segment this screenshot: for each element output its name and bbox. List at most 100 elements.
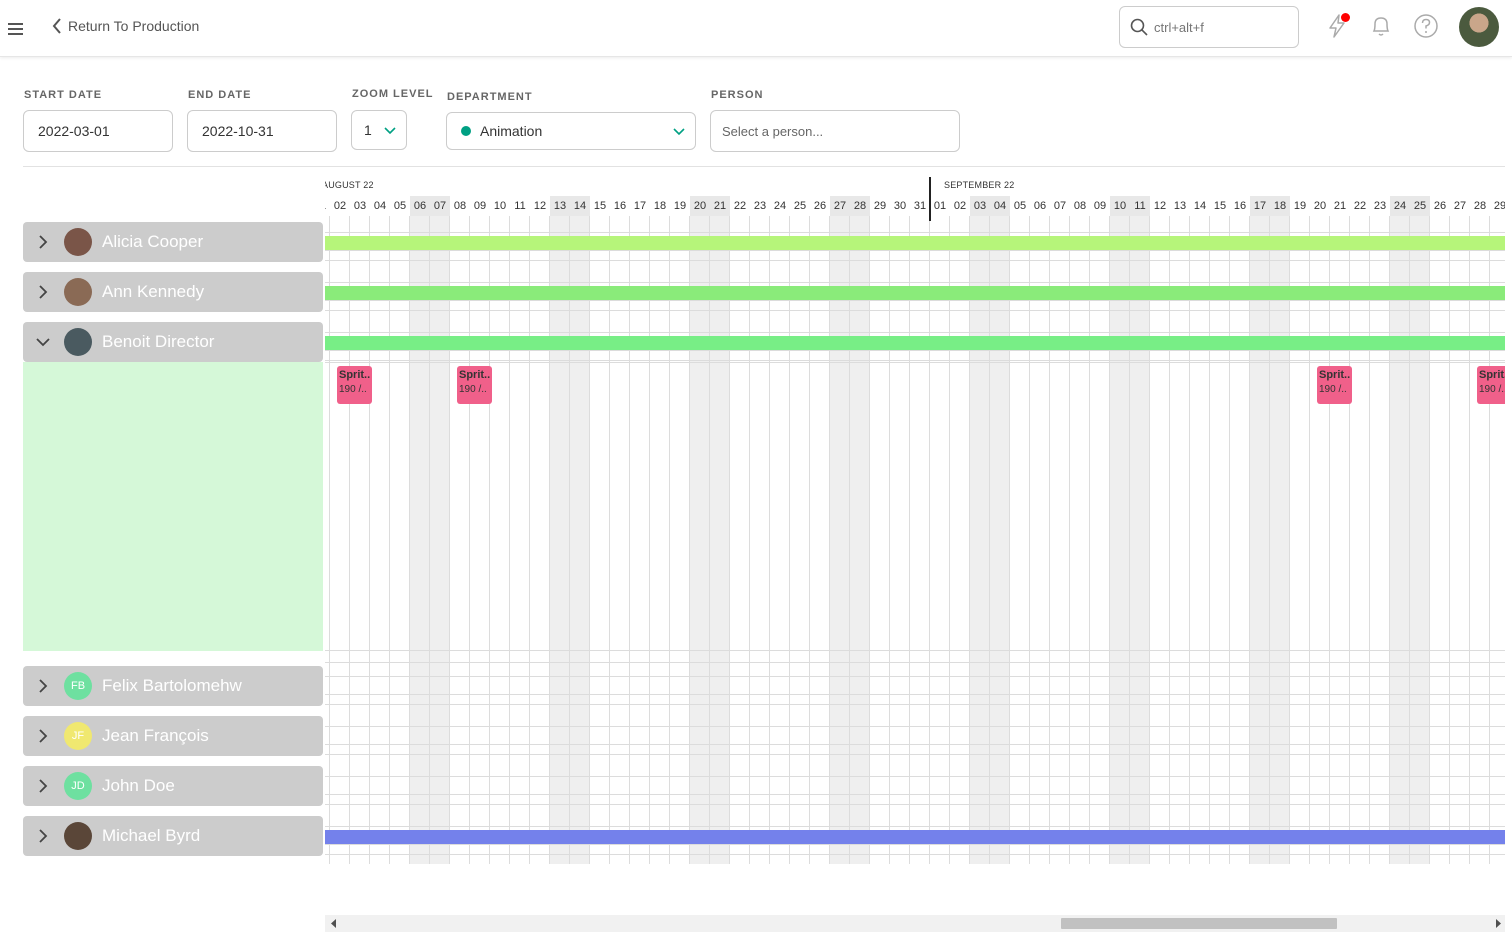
task-title: Sprit.. (459, 369, 490, 381)
start-date-label: START DATE (24, 89, 103, 101)
scrollbar-thumb[interactable] (1061, 918, 1337, 929)
return-to-production-link[interactable]: Return To Production (52, 18, 199, 34)
task-block[interactable]: Sprit.. 190 /.. (337, 366, 372, 404)
day-gridline (1009, 216, 1010, 864)
day-label: 02 (953, 200, 967, 212)
zoom-level-select[interactable]: 1 (351, 110, 407, 150)
weekend-column (710, 216, 730, 864)
task-block[interactable]: Sprit.. 190 /.. (457, 366, 492, 404)
weekend-column (1270, 216, 1290, 864)
day-gridline (949, 216, 950, 864)
day-gridline (1209, 216, 1210, 864)
day-gridline (769, 216, 770, 864)
day-gridline (869, 216, 870, 864)
day-label: 24 (773, 200, 787, 212)
weekend-column (1110, 216, 1130, 864)
day-gridline (789, 216, 790, 864)
person-row[interactable]: Benoit Director (23, 322, 323, 362)
day-label: 04 (373, 200, 387, 212)
lightning-icon[interactable] (1324, 13, 1350, 39)
person-row[interactable]: Michael Byrd (23, 816, 323, 856)
day-label: 31 (913, 200, 927, 212)
task-detail: 190 /.. (339, 384, 367, 395)
day-gridline (1349, 216, 1350, 864)
day-gridline (349, 216, 350, 864)
end-date-field[interactable]: 2022-10-31 (187, 110, 337, 152)
person-row[interactable]: Ann Kennedy (23, 272, 323, 312)
weekend-column (1390, 216, 1410, 864)
task-block[interactable]: Sprit.. 190 /.. (1317, 366, 1352, 404)
search-box[interactable] (1119, 6, 1299, 48)
weekend-column (430, 216, 450, 864)
help-icon[interactable] (1413, 13, 1439, 39)
row-gridline (325, 260, 1505, 261)
person-name: Alicia Cooper (102, 232, 204, 251)
task-detail: 190 /.. (1479, 384, 1505, 395)
chevron-right-icon[interactable] (23, 716, 63, 756)
day-label: 22 (733, 200, 747, 212)
search-input[interactable] (1154, 19, 1284, 35)
horizontal-scrollbar[interactable] (325, 915, 1505, 932)
day-label: 13 (1173, 200, 1187, 212)
row-gridline (325, 650, 1505, 651)
person-name: Benoit Director (102, 332, 215, 351)
person-row[interactable]: JF Jean François (23, 716, 323, 756)
scroll-right-arrow-icon[interactable] (1493, 918, 1503, 929)
person-row[interactable]: FB Felix Bartolomehw (23, 666, 323, 706)
day-label: 07 (1053, 200, 1067, 212)
scroll-left-arrow-icon[interactable] (329, 918, 339, 929)
department-select[interactable]: Animation (446, 112, 696, 150)
chevron-right-icon[interactable] (23, 816, 63, 856)
chevron-down-icon (673, 128, 685, 136)
chevron-right-icon[interactable] (23, 272, 63, 312)
top-bar: Return To Production (0, 0, 1512, 57)
person-row[interactable]: Alicia Cooper (23, 222, 323, 262)
chevron-right-icon[interactable] (23, 666, 63, 706)
day-gridline (1069, 216, 1070, 864)
department-label: DEPARTMENT (447, 91, 533, 103)
day-label: 25 (793, 200, 807, 212)
chevron-right-icon[interactable] (23, 766, 63, 806)
day-label: 29 (873, 200, 887, 212)
expanded-person-area (23, 362, 323, 651)
zoom-level-value: 1 (364, 122, 372, 138)
row-gridline (325, 744, 1505, 745)
workload-bar (325, 236, 1505, 250)
avatar (64, 278, 92, 306)
person-name: Jean François (102, 726, 209, 745)
chevron-left-icon (52, 18, 61, 34)
person-select[interactable]: Select a person... (710, 110, 960, 152)
day-label: 26 (813, 200, 827, 212)
person-row[interactable]: JD John Doe (23, 766, 323, 806)
day-label: 25 (1410, 196, 1430, 216)
start-date-field[interactable]: 2022-03-01 (23, 110, 173, 152)
row-gridline (325, 854, 1505, 855)
day-label: 13 (550, 196, 570, 216)
day-gridline (1169, 216, 1170, 864)
day-gridline (1489, 216, 1490, 864)
day-label: 18 (653, 200, 667, 212)
task-detail: 190 /.. (459, 384, 487, 395)
user-avatar[interactable] (1459, 7, 1499, 47)
chevron-right-icon[interactable] (23, 222, 63, 262)
task-block[interactable]: Sprit.. 190 /.. (1477, 366, 1505, 404)
day-gridline (1029, 216, 1030, 864)
workload-bar (325, 830, 1505, 844)
row-gridline (325, 232, 1505, 233)
day-gridline (589, 216, 590, 864)
chevron-down-icon[interactable] (23, 322, 63, 362)
chevron-down-icon (384, 127, 396, 135)
hamburger-icon[interactable] (8, 20, 23, 36)
back-label: Return To Production (68, 18, 200, 34)
day-gridline (1309, 216, 1310, 864)
person-label: PERSON (711, 89, 764, 101)
row-gridline (325, 704, 1505, 705)
weekend-column (850, 216, 870, 864)
day-gridline (1369, 216, 1370, 864)
day-gridline (389, 216, 390, 864)
row-gridline (325, 310, 1505, 311)
row-gridline (325, 350, 1505, 351)
bell-icon[interactable] (1368, 13, 1394, 39)
weekend-column (970, 216, 990, 864)
row-gridline (325, 250, 1505, 251)
